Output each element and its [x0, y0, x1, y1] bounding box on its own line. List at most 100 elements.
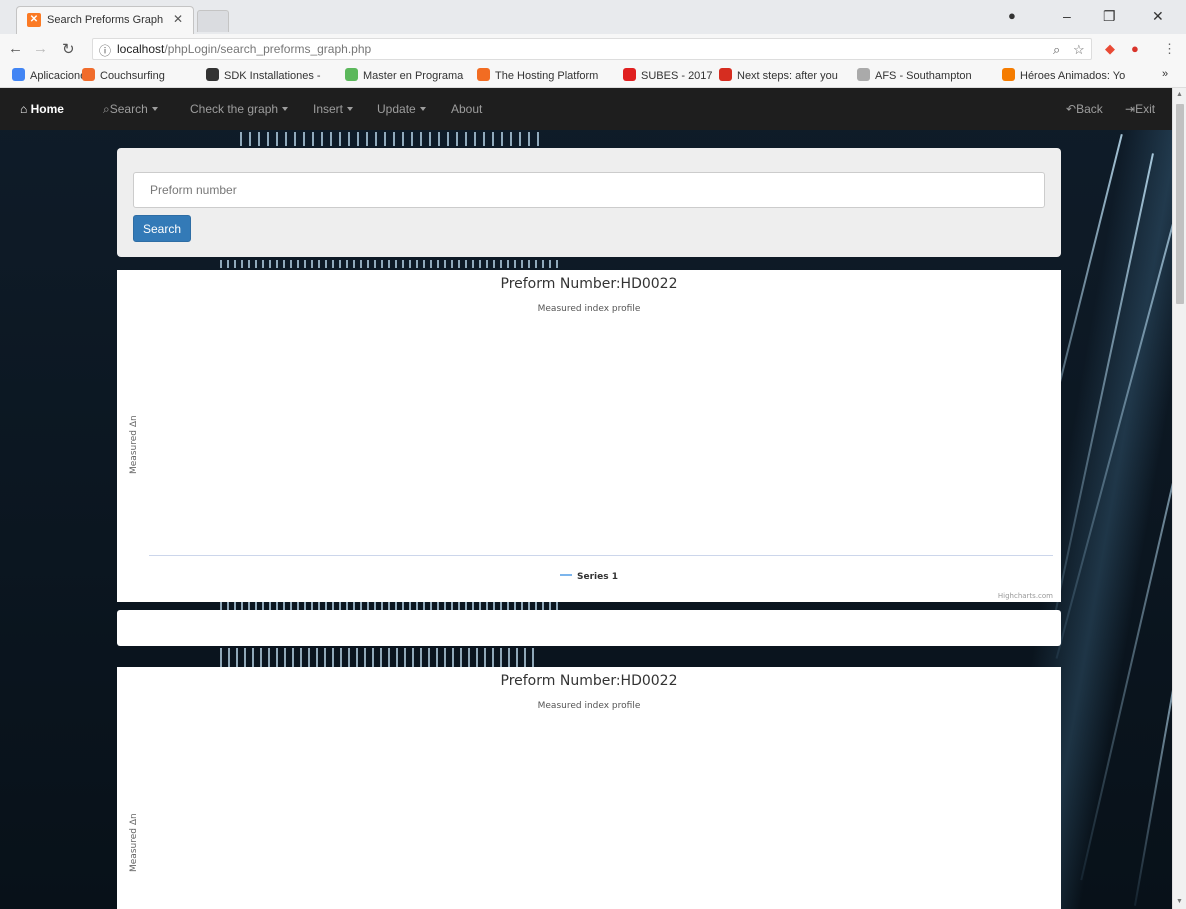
back-arrow-icon[interactable]: ←	[8, 40, 23, 57]
nav-graph-label: Check the graph	[190, 102, 279, 116]
caret-down-icon	[282, 107, 289, 111]
bookmark-item[interactable]: AFS - Southampton	[857, 68, 972, 82]
bookmark-item[interactable]: Next steps: after you	[719, 68, 838, 82]
nav-exit-label: Exit	[1135, 102, 1156, 116]
tab-close-icon[interactable]: ✕	[173, 12, 183, 26]
bookmark-label: Next steps: after you	[737, 70, 838, 82]
profile-icon[interactable]: ●	[1008, 8, 1016, 23]
browser-tab[interactable]: ✕ Search Preforms Graph F ✕	[16, 6, 194, 34]
bookmark-icon	[345, 68, 358, 81]
scroll-down-icon[interactable]: ▼	[1176, 898, 1183, 905]
bookmark-label: The Hosting Platform	[495, 70, 599, 82]
background-streak	[220, 648, 540, 668]
preform-number-input[interactable]	[133, 172, 1045, 208]
chart-legend[interactable]: Series 1	[117, 572, 1061, 582]
back-icon: ↶	[1066, 102, 1077, 116]
page-scrollbar[interactable]: ▲ ▼	[1172, 88, 1186, 909]
nav-search[interactable]: ⌕Search	[103, 102, 158, 117]
exit-icon: ⇥	[1125, 102, 1136, 116]
nav-update-label: Update	[377, 102, 416, 116]
nav-back[interactable]: ↶Back	[1066, 102, 1103, 116]
url-field[interactable]: ⓘ localhost/phpLogin/search_preforms_gra…	[92, 38, 1092, 60]
nav-home[interactable]: ⌂ Home	[20, 102, 64, 116]
zoom-icon[interactable]: ⌕	[1053, 42, 1060, 58]
browser-tabstrip: ✕ Search Preforms Graph F ✕ ● – ❐ ✕	[0, 0, 1186, 34]
bookmark-item[interactable]: Aplicaciones	[12, 68, 92, 82]
bookmark-item[interactable]: SDK Installationes -	[206, 68, 321, 82]
tab-title: Search Preforms Graph F	[47, 14, 167, 26]
restore-icon[interactable]: ❐	[1103, 8, 1116, 25]
chart-panel: Preform Number:HD0022 Measured index pro…	[117, 667, 1061, 909]
chart-title: Preform Number:HD0022	[500, 673, 678, 689]
nav-about[interactable]: About	[451, 102, 482, 116]
bookmark-label: SDK Installationes -	[224, 70, 321, 82]
url-host: localhost	[117, 42, 165, 56]
bookmark-label: Héroes Animados: Yo	[1020, 70, 1126, 82]
search-panel: Search	[117, 148, 1061, 257]
background-streak	[1080, 275, 1172, 881]
bookmark-item[interactable]: SUBES - 2017	[623, 68, 713, 82]
bookmark-icon	[12, 68, 25, 81]
bookmark-icon	[1002, 68, 1015, 81]
info-icon[interactable]: ⓘ	[99, 42, 111, 59]
chart-panel: Preform Number:HD0022 Measured index pro…	[117, 270, 1061, 602]
minimize-icon[interactable]: –	[1063, 8, 1071, 24]
caret-down-icon	[419, 107, 426, 111]
address-bar-row: ← → ↻ ⓘ localhost/phpLogin/search_prefor…	[0, 34, 1186, 64]
background-streak	[1133, 610, 1172, 906]
bookmark-item[interactable]: Couchsurfing	[82, 68, 165, 82]
extension-icon[interactable]: ◆	[1105, 41, 1115, 57]
bookmark-label: SUBES - 2017	[641, 70, 713, 82]
scroll-thumb[interactable]	[1176, 104, 1184, 304]
new-tab-button[interactable]	[197, 10, 229, 32]
bookmark-item[interactable]: Master en Programa	[345, 68, 463, 82]
legend-series-label: Series 1	[577, 572, 618, 582]
nav-insert-label: Insert	[313, 102, 344, 116]
bookmark-item[interactable]: Héroes Animados: Yo	[1002, 68, 1125, 82]
nav-home-label: Home	[30, 102, 64, 116]
bookmark-icon	[82, 68, 95, 81]
bookmark-item[interactable]: The Hosting Platform	[477, 68, 598, 82]
chart-title: Preform Number:HD0022	[500, 276, 678, 292]
close-window-icon[interactable]: ✕	[1152, 8, 1164, 25]
search-icon: ⌕	[103, 102, 110, 116]
caret-down-icon	[151, 107, 158, 111]
menu-icon[interactable]: ⋮	[1163, 41, 1176, 57]
forward-arrow-icon[interactable]: →	[33, 40, 48, 57]
bookmarks-overflow-button[interactable]: »	[1162, 68, 1168, 80]
y-axis-label: Measured Δn	[129, 813, 139, 872]
x-axis-line	[149, 555, 1053, 556]
nav-exit[interactable]: ⇥Exit	[1125, 102, 1155, 116]
url-path: /phpLogin/search_preforms_graph.php	[164, 42, 372, 56]
y-axis-label: Measured Δn	[129, 415, 139, 474]
background-streak	[220, 602, 560, 610]
reload-icon[interactable]: ↻	[62, 40, 75, 58]
background-streak	[240, 132, 540, 146]
chart-credits[interactable]: Highcharts.com	[998, 592, 1053, 600]
bookmark-icon	[623, 68, 636, 81]
page-viewport: ⌂ Home ⌕Search Check the graph Insert Up…	[0, 88, 1172, 909]
bookmark-label: Master en Programa	[363, 70, 464, 82]
xampp-icon: ✕	[27, 13, 41, 27]
nav-insert[interactable]: Insert	[313, 102, 354, 116]
background-streak	[1055, 117, 1172, 659]
bookmark-icon	[206, 68, 219, 81]
background-streak	[1048, 153, 1154, 643]
nav-check-graph[interactable]: Check the graph	[190, 102, 289, 116]
bookmark-icon	[719, 68, 732, 81]
nav-update[interactable]: Update	[377, 102, 426, 116]
nav-back-label: Back	[1076, 102, 1103, 116]
top-navbar: ⌂ Home ⌕Search Check the graph Insert Up…	[0, 88, 1172, 130]
url-text: localhost/phpLogin/search_preforms_graph…	[117, 42, 371, 56]
search-button[interactable]: Search	[133, 215, 191, 242]
bookmark-label: AFS - Southampton	[875, 70, 972, 82]
bookmark-label: Couchsurfing	[100, 70, 165, 82]
caret-down-icon	[347, 107, 354, 111]
home-icon: ⌂	[20, 102, 28, 116]
background-streak	[220, 260, 560, 268]
bookmark-star-icon[interactable]: ☆	[1073, 42, 1085, 58]
scroll-up-icon[interactable]: ▲	[1176, 91, 1183, 98]
bookmark-icon	[857, 68, 870, 81]
bookmark-icon	[477, 68, 490, 81]
extension-yab-icon[interactable]: ●	[1131, 41, 1139, 56]
